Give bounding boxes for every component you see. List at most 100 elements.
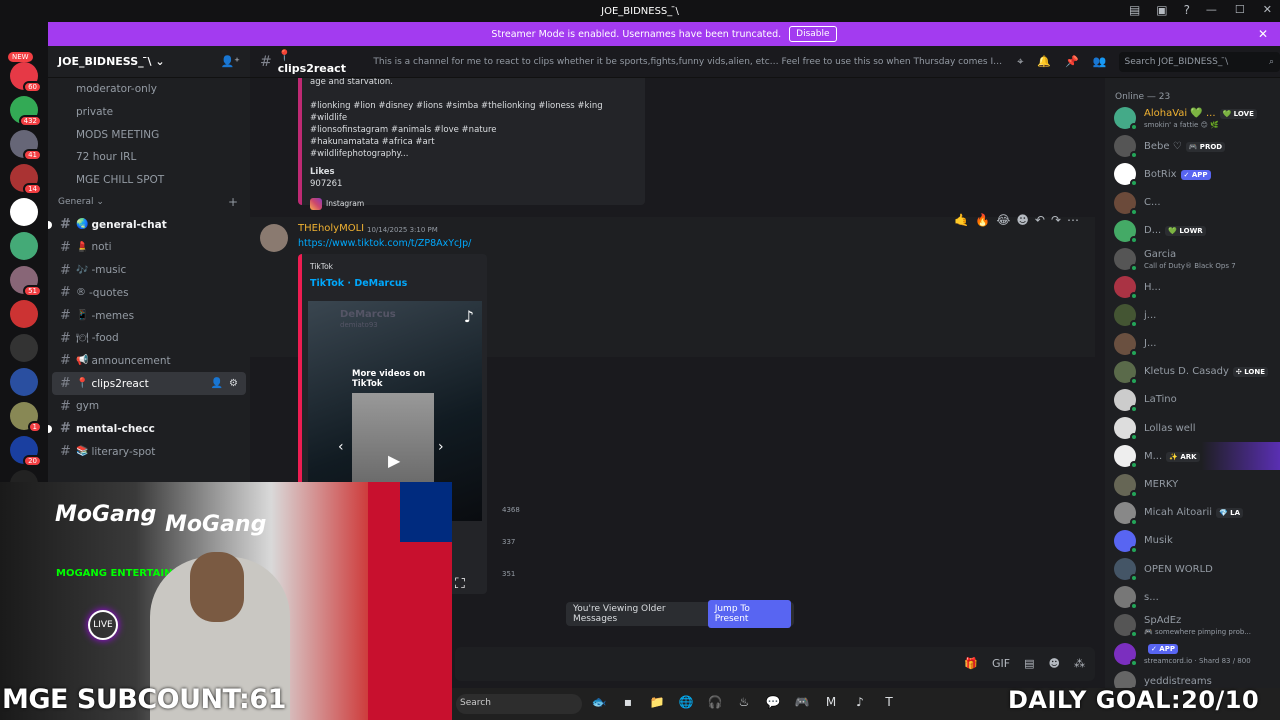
- bell-icon[interactable]: 🔔: [1037, 55, 1051, 69]
- member-item[interactable]: Bebe ♡ 🎮 PROD: [1105, 132, 1280, 160]
- member-item[interactable]: ✓ APP streamcord.io · Shard 83 / 800: [1105, 640, 1280, 668]
- taskbar-app-icon[interactable]: 🌐: [677, 693, 695, 711]
- jump-to-present-button[interactable]: Jump To Present: [707, 600, 791, 628]
- channel-item[interactable]: # 🎶 -music: [48, 259, 250, 282]
- minimize-button[interactable]: —: [1206, 3, 1217, 16]
- member-item[interactable]: s...: [1105, 583, 1280, 611]
- member-item[interactable]: LaTino: [1105, 386, 1280, 414]
- member-item[interactable]: Lollas well: [1105, 414, 1280, 442]
- threads-icon[interactable]: ⌖: [1017, 55, 1023, 69]
- member-item[interactable]: BotRix ✓ APP: [1105, 160, 1280, 188]
- add-member-icon[interactable]: 👤⁺: [220, 55, 240, 68]
- taskbar-app-icon[interactable]: 🎮: [793, 693, 811, 711]
- server-header[interactable]: JOE_BIDNESS_ ̄\ ⌄ 👤⁺: [48, 46, 250, 78]
- channel-item[interactable]: # 📚 literary-spot: [48, 440, 250, 463]
- taskbar-app-icon[interactable]: ▪: [619, 693, 637, 711]
- member-item[interactable]: H...: [1105, 273, 1280, 301]
- channel-item[interactable]: # gym: [48, 395, 250, 418]
- avatar[interactable]: [260, 224, 288, 252]
- taskbar-search[interactable]: Search: [456, 694, 582, 714]
- apps-icon[interactable]: ⁂: [1074, 657, 1085, 670]
- video-thumbnail[interactable]: [352, 393, 434, 485]
- taskbar-app-icon[interactable]: 🎧: [706, 693, 724, 711]
- server-icon[interactable]: 51: [10, 266, 42, 297]
- reply-icon[interactable]: ↶: [1035, 213, 1045, 227]
- close-icon[interactable]: ✕: [1258, 27, 1268, 41]
- member-item[interactable]: M... ✨ ARK: [1105, 442, 1280, 471]
- member-item[interactable]: Musik: [1105, 527, 1280, 555]
- pin-icon[interactable]: 📌: [1065, 55, 1079, 69]
- play-icon[interactable]: ▶: [388, 451, 400, 470]
- server-icon[interactable]: 432: [10, 96, 42, 127]
- channel-item[interactable]: # 📍 clips2react 👤 ⚙: [52, 372, 246, 395]
- gift-icon[interactable]: 🎁: [964, 657, 978, 670]
- taskbar-app-icon[interactable]: M: [822, 693, 840, 711]
- channel-item[interactable]: # 📢 announcement: [48, 350, 250, 373]
- channel-item[interactable]: MODS MEETING: [48, 123, 250, 146]
- channel-item[interactable]: # ® -quotes: [48, 282, 250, 305]
- taskbar-app-icon[interactable]: 📁: [648, 693, 666, 711]
- forward-icon[interactable]: ↷: [1051, 213, 1061, 227]
- chevron-left-icon[interactable]: ‹: [338, 439, 344, 455]
- taskbar-app-icon[interactable]: T: [880, 693, 898, 711]
- embed-title[interactable]: TikTok · DeMarcus: [310, 278, 407, 289]
- taskbar-app-icon[interactable]: 💬: [764, 693, 782, 711]
- add-channel-icon[interactable]: +: [228, 195, 238, 209]
- fullscreen-icon[interactable]: ⛶: [455, 576, 465, 592]
- invite-icon[interactable]: 👤: [211, 378, 223, 389]
- maximize-button[interactable]: ☐: [1235, 3, 1245, 16]
- channel-item[interactable]: moderator-only: [48, 78, 250, 101]
- search-input[interactable]: Search JOE_BIDNESS_ ̄\ ⌕: [1118, 51, 1280, 72]
- emoji-icon[interactable]: ☻: [1049, 657, 1060, 670]
- server-icon[interactable]: [10, 334, 38, 362]
- disable-button[interactable]: Disable: [789, 26, 837, 42]
- members-icon[interactable]: 👥: [1093, 55, 1107, 69]
- member-item[interactable]: SpAdEz 🎮 somewhere pimping prob...: [1105, 611, 1280, 639]
- channel-item[interactable]: 72 hour IRL: [48, 146, 250, 169]
- message-link[interactable]: https://www.tiktok.com/t/ZP8AxYcJp/: [298, 238, 471, 249]
- channel-item[interactable]: # 🌏 general-chat: [48, 213, 250, 236]
- member-item[interactable]: AlohaVai 💚 ... 💚 LOVE smokin' a fattie 😊 🌿: [1105, 104, 1280, 132]
- server-icon[interactable]: [10, 300, 38, 328]
- reaction-fire-icon[interactable]: 🔥: [975, 213, 990, 227]
- sticker-icon[interactable]: ▤: [1024, 657, 1034, 670]
- channel-topic[interactable]: This is a channel for me to react to cli…: [373, 57, 1003, 67]
- server-icon[interactable]: 60: [10, 62, 42, 93]
- close-window-button[interactable]: ✕: [1263, 3, 1272, 16]
- channel-item[interactable]: # 📱 -memes: [48, 304, 250, 327]
- member-item[interactable]: C...: [1105, 189, 1280, 217]
- taskbar-app-icon[interactable]: 🐟: [590, 693, 608, 711]
- reaction-laugh-icon[interactable]: 😂: [996, 213, 1010, 227]
- member-item[interactable]: OPEN WORLD: [1105, 555, 1280, 583]
- member-item[interactable]: MERKY: [1105, 470, 1280, 498]
- server-icon[interactable]: [10, 232, 38, 260]
- message-composer[interactable]: 🎁 GIF ▤ ☻ ⁂: [455, 647, 1095, 681]
- member-item[interactable]: Garcia Call of Duty® Black Ops 7: [1105, 245, 1280, 273]
- channel-item[interactable]: private: [48, 101, 250, 124]
- server-icon[interactable]: [10, 198, 38, 226]
- server-icon[interactable]: 20: [10, 436, 42, 467]
- member-item[interactable]: Micah Aitoarii 💎 LA: [1105, 499, 1280, 527]
- inbox-icon[interactable]: ▤: [1129, 3, 1140, 17]
- reaction-shaka-icon[interactable]: 🤙: [954, 213, 969, 227]
- server-icon[interactable]: 41: [10, 130, 42, 161]
- member-item[interactable]: Kletus D. Casady ✣ LONE: [1105, 358, 1280, 386]
- member-item[interactable]: D... 💚 LOWR: [1105, 217, 1280, 245]
- taskbar-app-icon[interactable]: ♨: [735, 693, 753, 711]
- chevron-right-icon[interactable]: ›: [438, 439, 444, 455]
- add-reaction-icon[interactable]: ☻: [1016, 213, 1029, 227]
- member-item[interactable]: j...: [1105, 301, 1280, 329]
- help-icon[interactable]: ?: [1184, 3, 1190, 17]
- category-general[interactable]: General ⌄ +: [48, 191, 250, 213]
- server-icon[interactable]: 1: [10, 402, 42, 433]
- gif-icon[interactable]: GIF: [992, 657, 1010, 670]
- channel-item[interactable]: # 💄 noti: [48, 236, 250, 259]
- channel-item[interactable]: # mental-checc: [48, 418, 250, 441]
- more-icon[interactable]: ⋯: [1067, 213, 1079, 227]
- channel-item[interactable]: MGE CHILL SPOT: [48, 169, 250, 192]
- taskbar-app-icon[interactable]: ♪: [851, 693, 869, 711]
- server-icon[interactable]: 14: [10, 164, 42, 195]
- screen-icon[interactable]: ▣: [1156, 3, 1167, 17]
- server-icon[interactable]: [10, 368, 38, 396]
- message-author[interactable]: THEholyMOLI: [298, 223, 364, 234]
